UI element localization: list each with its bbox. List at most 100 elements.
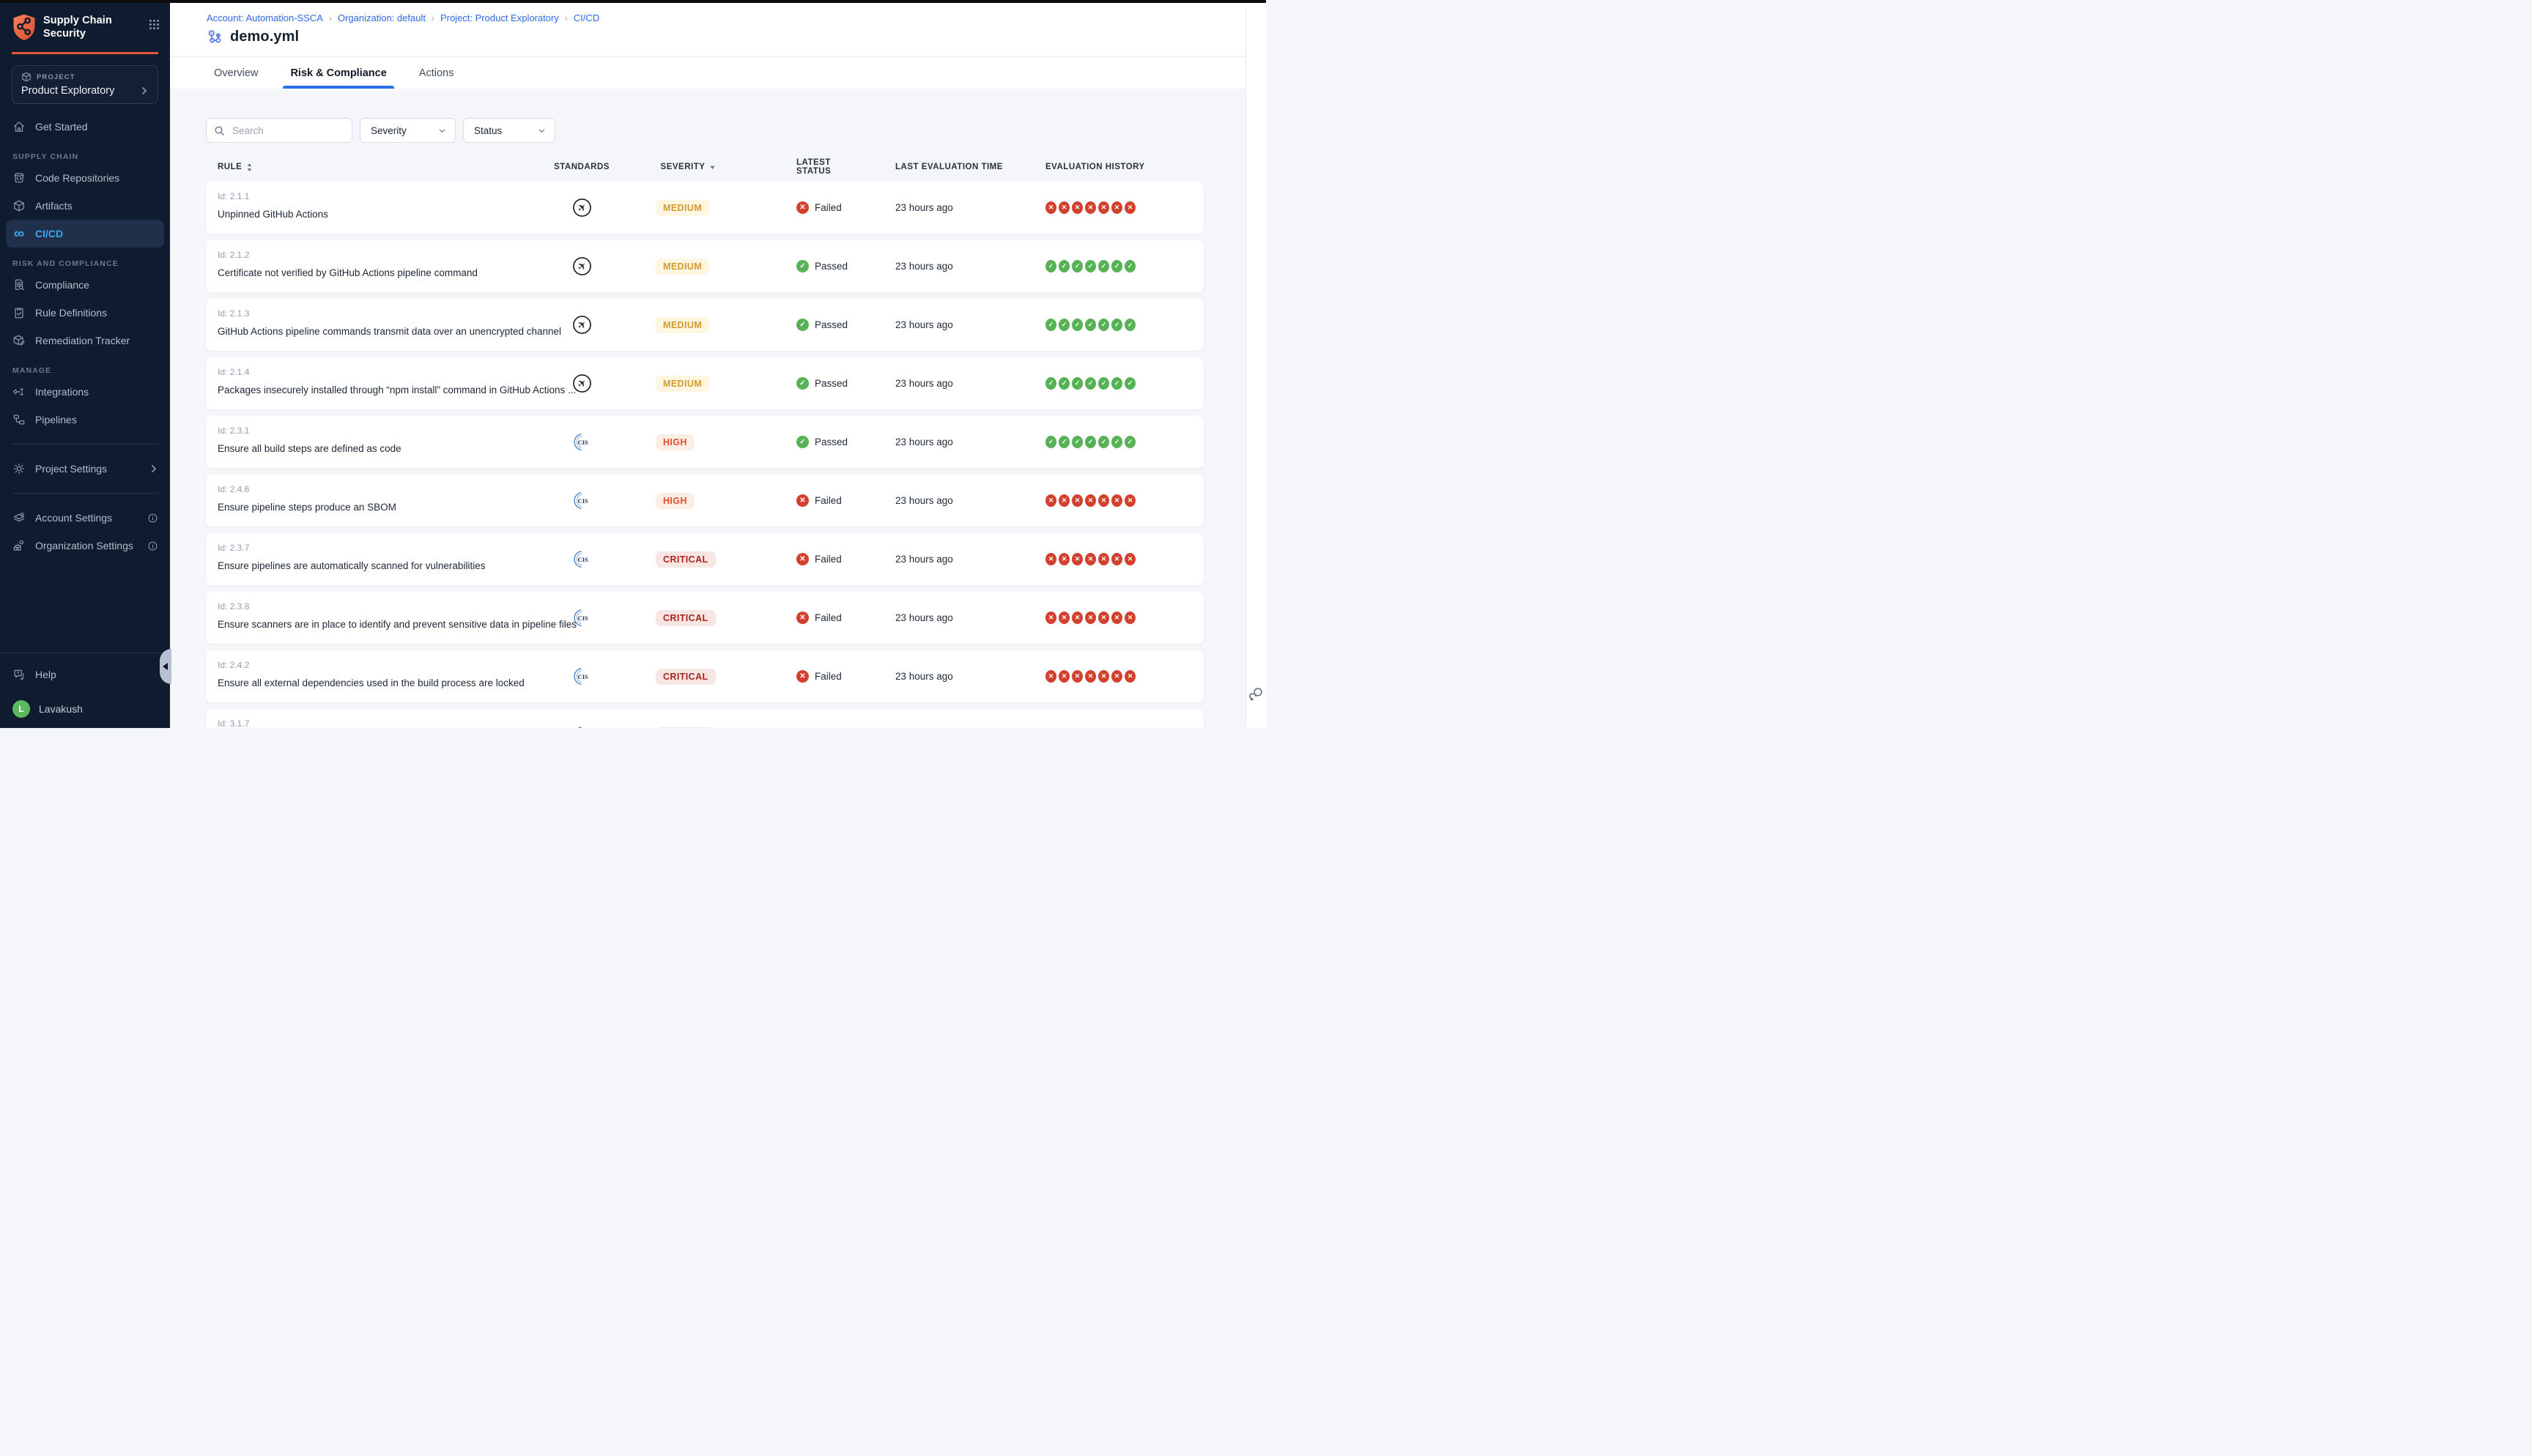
history-fail-icon: ✕ — [1085, 553, 1096, 565]
table-row[interactable]: Id: 2.1.3 GitHub Actions pipeline comman… — [206, 299, 1204, 351]
history-pass-icon: ✓ — [1125, 436, 1136, 448]
breadcrumb-cicd-link[interactable]: CI/CD — [574, 12, 599, 23]
sidebar-item-project-settings[interactable]: Project Settings — [6, 455, 164, 483]
sidebar-item-artifacts[interactable]: Artifacts — [6, 192, 164, 220]
sidebar-item-rule-definitions[interactable]: Rule Definitions — [6, 299, 164, 327]
history-fail-icon: ✕ — [1098, 201, 1109, 214]
history-fail-icon: ✕ — [1098, 494, 1109, 507]
table-row[interactable]: Id: 2.3.7 Ensure pipelines are automatic… — [206, 533, 1204, 585]
evaluation-history: ✕✕✕✕✕✕✕ — [1005, 201, 1204, 214]
evaluation-history: ✓✓✓✓✓✓✓ — [1005, 260, 1204, 272]
history-fail-icon: ✕ — [1111, 612, 1122, 624]
history-fail-icon: ✕ — [1045, 494, 1056, 507]
table-row[interactable]: Id: 2.4.6 Ensure pipeline steps produce … — [206, 475, 1204, 527]
history-fail-icon: ✕ — [1059, 670, 1070, 683]
latest-status-cell: ✕ Failed — [756, 612, 866, 624]
project-selector[interactable]: PROJECT Product Exploratory — [12, 65, 158, 104]
section-heading-supply-chain: SUPPLY CHAIN — [12, 152, 170, 161]
sidebar-divider — [12, 444, 158, 445]
pipeline-file-icon — [207, 29, 223, 45]
column-header-evaluation-history[interactable]: EVALUATION HISTORY — [1005, 163, 1204, 171]
tab-risk-and-compliance[interactable]: Risk & Compliance — [289, 57, 388, 89]
sidebar-item-cicd[interactable]: ∞ CI/CD — [6, 220, 164, 248]
table-row[interactable]: Id: 2.3.8 Ensure scanners are in place t… — [206, 592, 1204, 644]
history-pass-icon: ✓ — [1098, 260, 1109, 272]
breadcrumb-account-link[interactable]: Account: Automation-SSCA — [207, 12, 323, 23]
sidebar-item-get-started[interactable]: Get Started — [6, 113, 164, 141]
history-fail-icon: ✕ — [1085, 494, 1096, 507]
column-header-rule[interactable]: RULE — [218, 163, 533, 172]
module-grid-icon[interactable] — [149, 19, 160, 30]
history-fail-icon: ✕ — [1098, 670, 1109, 683]
status-filter-dropdown[interactable]: Status — [463, 118, 555, 143]
history-fail-icon: ✕ — [1045, 612, 1056, 624]
table-row[interactable]: Id: 2.4.2 Ensure all external dependenci… — [206, 650, 1204, 702]
main-content: Account: Automation-SSCA › Organization:… — [170, 3, 1266, 728]
table-row[interactable]: Id: 2.1.1 Unpinned GitHub Actions ✈ MEDI… — [206, 182, 1204, 234]
history-fail-icon: ✕ — [1059, 612, 1070, 624]
severity-badge: CRITICAL — [656, 610, 716, 626]
failed-x-icon: ✕ — [796, 670, 809, 683]
support-chat-icon[interactable] — [1248, 687, 1265, 703]
organization-gear-icon — [12, 539, 26, 552]
column-header-latest-status[interactable]: LATEST STATUS — [756, 158, 866, 176]
history-fail-icon: ✕ — [1085, 670, 1096, 683]
tab-overview[interactable]: Overview — [212, 57, 259, 89]
history-pass-icon: ✓ — [1085, 319, 1096, 331]
status-label: Passed — [815, 378, 848, 389]
passed-check-icon: ✓ — [796, 377, 809, 390]
severity-cell: MEDIUM — [621, 259, 756, 275]
history-pass-icon: ✓ — [1059, 319, 1070, 331]
sidebar-collapse-handle[interactable] — [160, 649, 171, 684]
column-header-last-evaluation-time[interactable]: LAST EVALUATION TIME — [866, 163, 1005, 171]
svg-text:CIS: CIS — [577, 614, 588, 622]
brand-accent-divider — [12, 52, 158, 54]
table-row[interactable]: Id: 3.1.7 CIS CRITICAL ✕ Failed 23 hours… — [206, 709, 1204, 728]
last-evaluation-time: 23 hours ago — [866, 554, 1005, 565]
history-pass-icon: ✓ — [1125, 319, 1136, 331]
severity-badge: MEDIUM — [656, 259, 709, 275]
severity-filter-dropdown[interactable]: Severity — [360, 118, 456, 143]
sidebar-item-help[interactable]: ? Help — [6, 661, 164, 688]
status-label: Passed — [815, 319, 848, 330]
history-pass-icon: ✓ — [1085, 377, 1096, 390]
latest-status-cell: ✕ Failed — [756, 670, 866, 683]
info-circle-icon — [147, 513, 158, 524]
rule-name: Ensure pipeline steps produce an SBOM — [218, 502, 533, 513]
table-row[interactable]: Id: 2.3.1 Ensure all build steps are def… — [206, 416, 1204, 468]
table-row[interactable]: Id: 2.1.4 Packages insecurely installed … — [206, 357, 1204, 409]
home-icon — [12, 120, 26, 133]
sort-updown-icon — [246, 163, 253, 172]
history-fail-icon: ✕ — [1125, 670, 1136, 683]
table-row[interactable]: Id: 2.1.2 Certificate not verified by Gi… — [206, 240, 1204, 292]
rule-id: Id: 2.3.1 — [218, 426, 533, 436]
history-fail-icon: ✕ — [1045, 201, 1056, 214]
latest-status-cell: ✕ Failed — [756, 494, 866, 507]
history-fail-icon: ✕ — [1072, 553, 1083, 565]
sidebar-item-organization-settings[interactable]: Organization Settings — [6, 532, 164, 560]
search-box[interactable] — [206, 118, 352, 143]
sidebar-item-pipelines[interactable]: Pipelines — [6, 406, 164, 434]
breadcrumb-project-link[interactable]: Project: Product Exploratory — [440, 12, 559, 23]
sidebar-item-integrations[interactable]: Integrations — [6, 378, 164, 406]
openssf-standard-icon: ✈ — [533, 374, 621, 393]
evaluation-history: ✕✕✕✕✕✕✕ — [1005, 553, 1204, 565]
breadcrumb-organization-link[interactable]: Organization: default — [338, 12, 426, 23]
sidebar-item-compliance[interactable]: Compliance — [6, 271, 164, 299]
sidebar-item-remediation-tracker[interactable]: Remediation Tracker — [6, 327, 164, 354]
severity-cell: HIGH — [621, 434, 756, 450]
svg-text:✈: ✈ — [575, 201, 590, 215]
rule-id: Id: 2.1.3 — [218, 308, 533, 319]
search-input[interactable] — [231, 125, 363, 137]
column-header-standards[interactable]: STANDARDS — [533, 163, 621, 171]
app-title: Supply Chain Security — [43, 13, 149, 40]
severity-cell: CRITICAL — [621, 610, 756, 626]
user-menu[interactable]: L Lavakush — [12, 700, 158, 718]
history-fail-icon: ✕ — [1059, 201, 1070, 214]
sidebar-item-code-repositories[interactable]: Code Repositories — [6, 164, 164, 192]
tab-actions[interactable]: Actions — [418, 57, 456, 89]
sidebar-item-account-settings[interactable]: Account Settings — [6, 504, 164, 532]
history-fail-icon: ✕ — [1111, 670, 1122, 683]
column-header-severity[interactable]: SEVERITY — [621, 163, 756, 171]
cis-standard-icon: CIS — [533, 725, 621, 728]
